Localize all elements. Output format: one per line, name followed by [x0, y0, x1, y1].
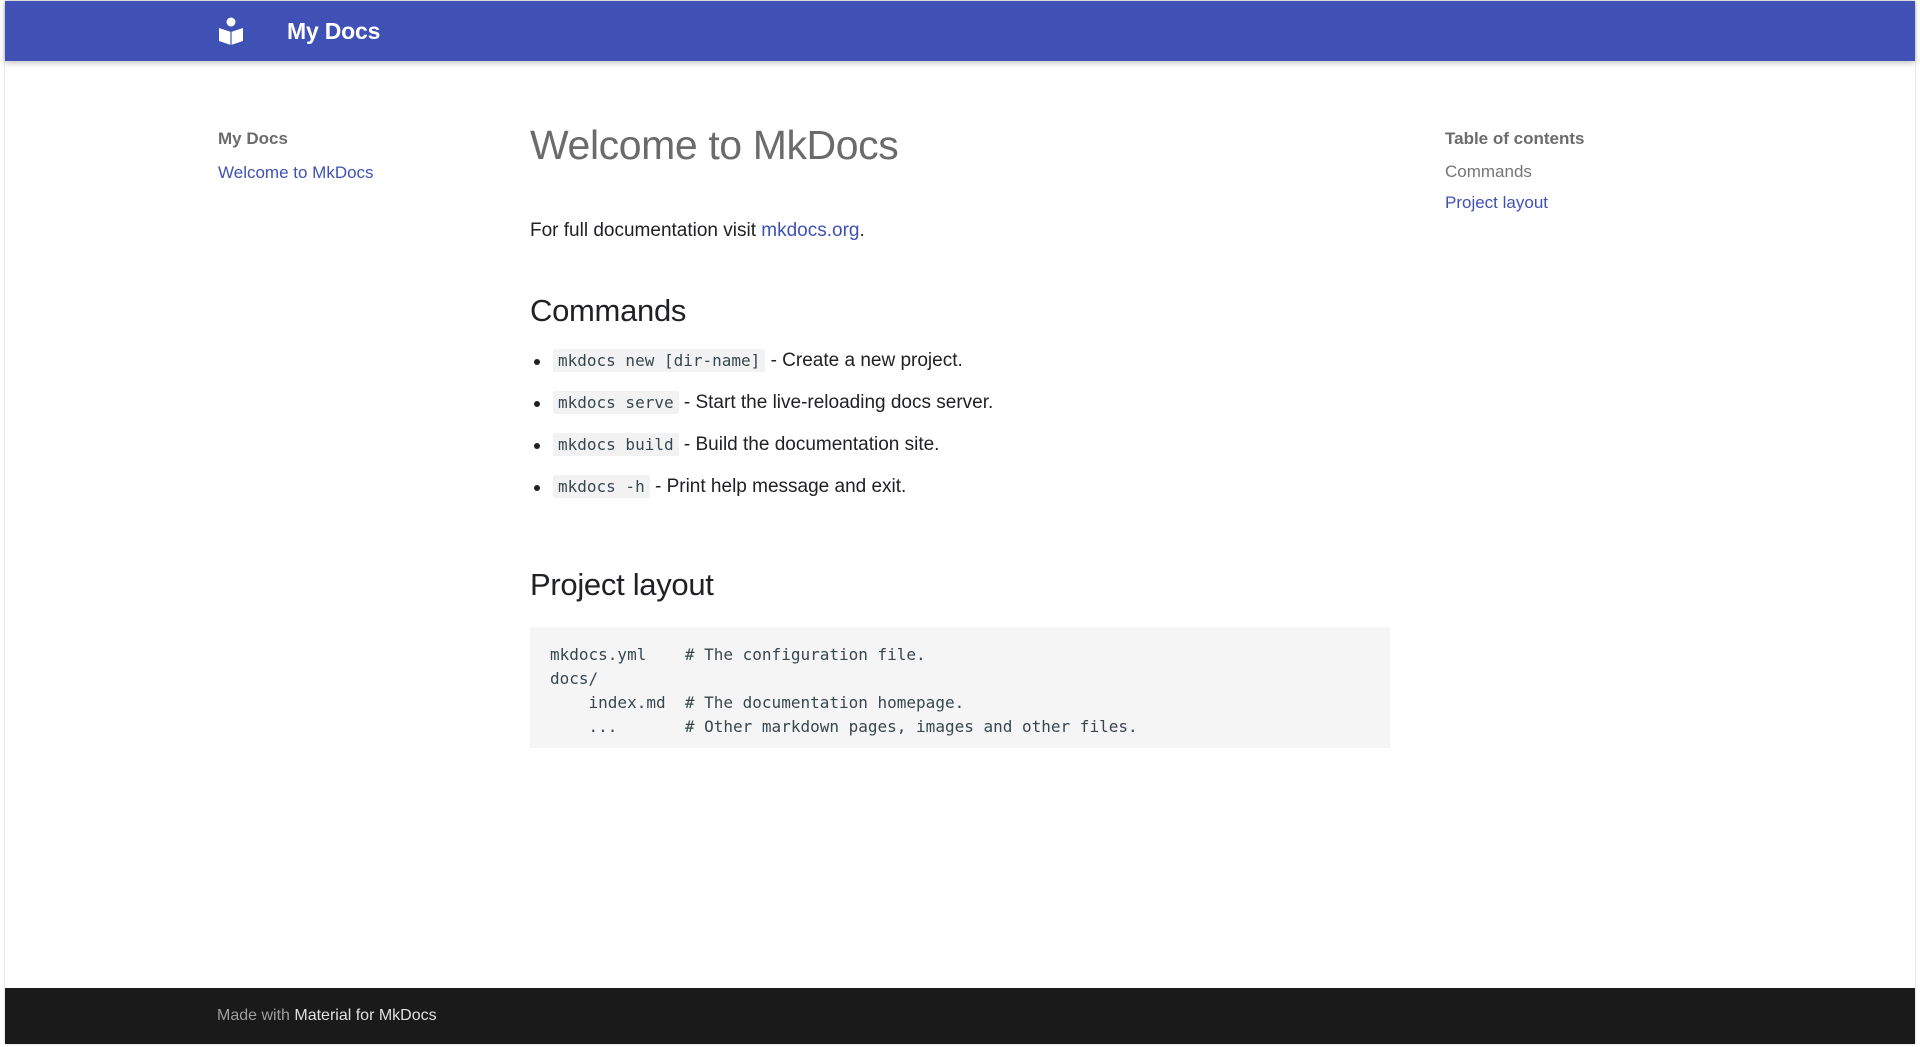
command-description: - Build the documentation site. — [678, 434, 940, 456]
nav-item-welcome[interactable]: Welcome to MkDocs — [218, 163, 478, 183]
page-frame: My Docs My Docs Welcome to MkDocs Welcom… — [5, 1, 1915, 1044]
site-header: My Docs — [5, 1, 1915, 61]
command-description: - Start the live-reloading docs server. — [678, 392, 994, 414]
book-reader-icon[interactable] — [218, 17, 244, 45]
primary-navigation: My Docs Welcome to MkDocs — [218, 129, 478, 183]
project-layout-codeblock: mkdocs.yml # The configuration file. doc… — [530, 627, 1390, 749]
intro-paragraph: For full documentation visit mkdocs.org. — [530, 220, 1390, 242]
main-content: Welcome to MkDocs For full documentation… — [530, 122, 1390, 749]
command-code: mkdocs new [dir-name] — [553, 349, 766, 373]
command-description: - Print help message and exit. — [649, 476, 907, 498]
table-of-contents: Table of contents Commands Project layou… — [1445, 129, 1685, 213]
mkdocs-org-link[interactable]: mkdocs.org — [761, 220, 859, 241]
commands-heading: Commands — [530, 293, 687, 329]
material-for-mkdocs-link[interactable]: Material for MkDocs — [294, 1007, 436, 1024]
command-description: - Create a new project. — [765, 350, 963, 372]
list-item: mkdocs serve - Start the live-reloading … — [534, 390, 1390, 432]
page-title: Welcome to MkDocs — [530, 122, 899, 168]
footer-prefix: Made with — [217, 1007, 295, 1024]
list-item: mkdocs -h - Print help message and exit. — [534, 474, 1390, 516]
command-code: mkdocs build — [553, 433, 679, 457]
toc-title: Table of contents — [1445, 129, 1585, 148]
commands-list: mkdocs new [dir-name] - Create a new pro… — [530, 348, 1390, 516]
nav-title: My Docs — [218, 129, 288, 148]
command-code: mkdocs serve — [553, 391, 679, 415]
toc-item-commands[interactable]: Commands — [1445, 162, 1685, 182]
toc-item-project-layout[interactable]: Project layout — [1445, 193, 1685, 213]
intro-text: For full documentation visit — [530, 220, 762, 242]
list-item: mkdocs new [dir-name] - Create a new pro… — [534, 348, 1390, 390]
footer-credit: Made with Material for MkDocs — [217, 1007, 437, 1025]
command-code: mkdocs -h — [553, 475, 650, 499]
project-layout-heading: Project layout — [530, 567, 714, 603]
intro-suffix: . — [859, 220, 865, 242]
site-footer: Made with Material for MkDocs — [5, 988, 1915, 1044]
list-item: mkdocs build - Build the documentation s… — [534, 432, 1390, 474]
site-title[interactable]: My Docs — [287, 18, 380, 45]
